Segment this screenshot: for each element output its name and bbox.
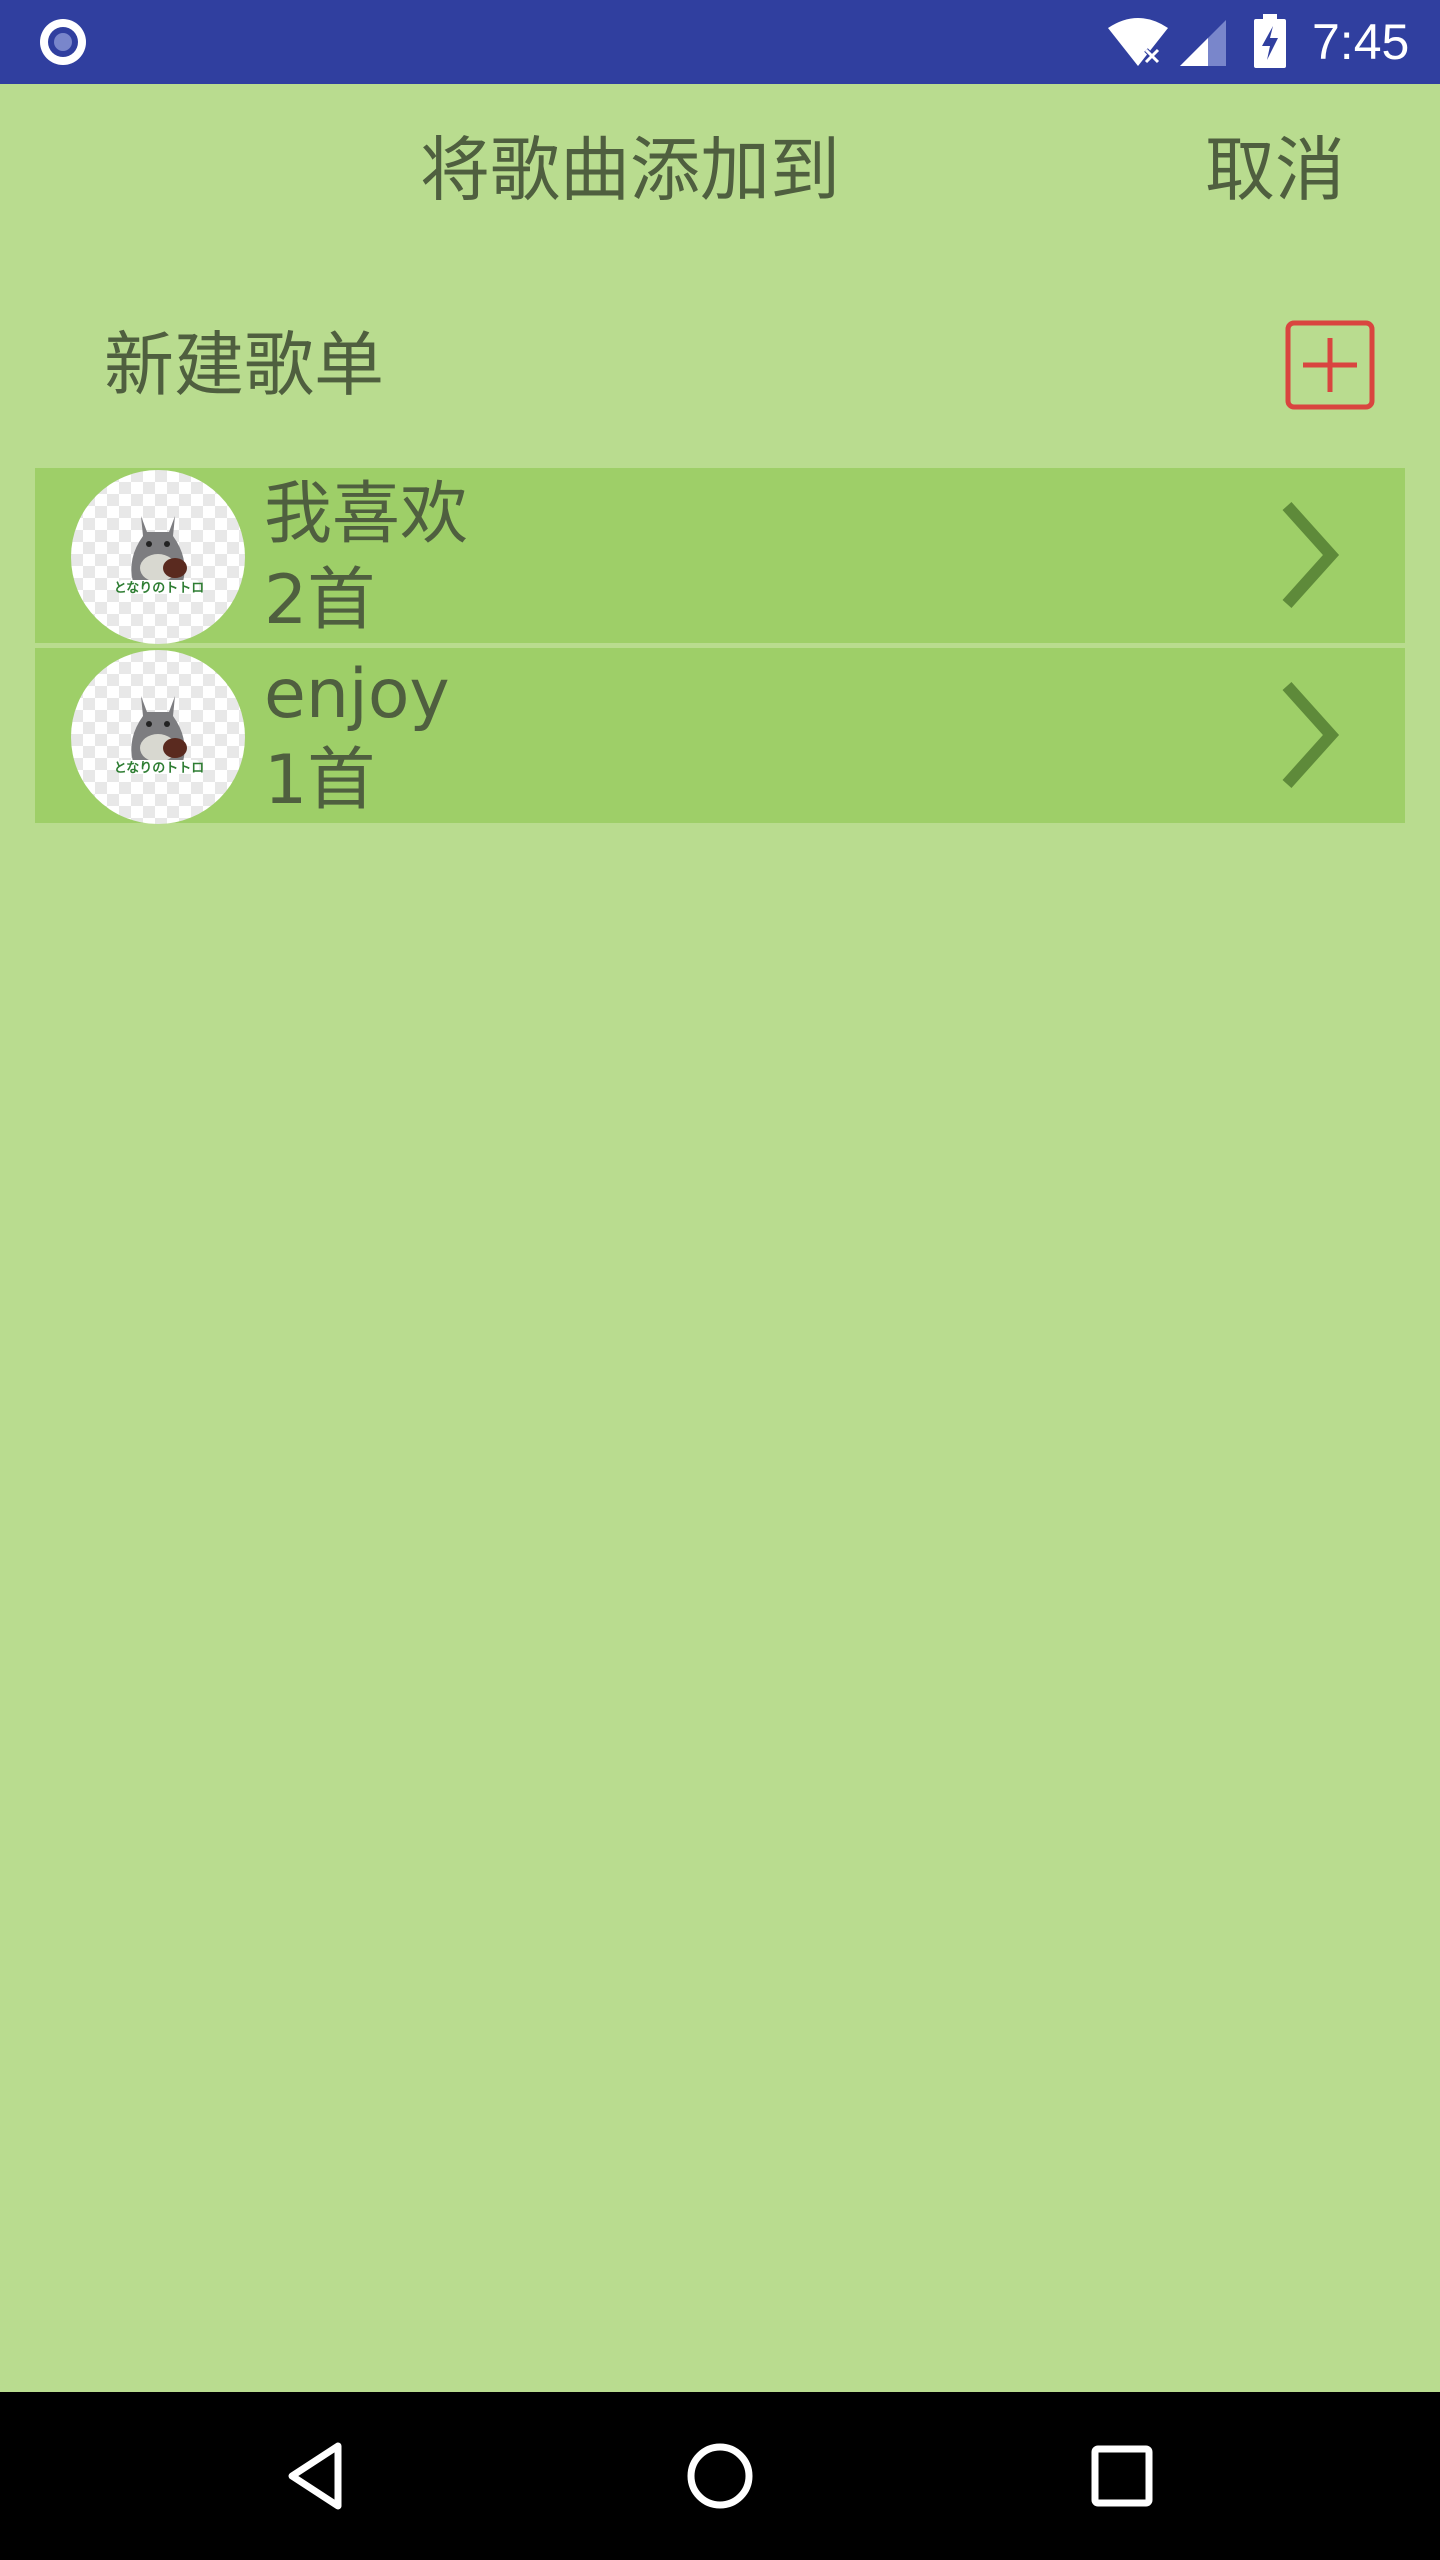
playlist-list: となりのトトロ 我喜欢 2首 となりのトトロ enjoy 1首 (35, 468, 1405, 824)
svg-text:となりのトトロ: となりのトトロ (114, 761, 205, 776)
svg-text:となりのトトロ: となりのトトロ (114, 581, 205, 596)
recents-icon[interactable] (1086, 2440, 1158, 2512)
playlist-name: enjoy (264, 655, 450, 734)
playlist-song-count: 1首 (264, 741, 376, 820)
wifi-icon (1108, 18, 1168, 66)
status-bar: 7:45 (0, 0, 1440, 84)
home-icon[interactable] (684, 2440, 756, 2512)
chevron-right-icon (1282, 501, 1340, 609)
back-icon[interactable] (282, 2440, 354, 2512)
cell-signal-icon (1180, 20, 1226, 66)
playlist-song-count: 2首 (264, 561, 376, 640)
playlist-item[interactable]: となりのトトロ enjoy 1首 (35, 648, 1405, 824)
new-playlist-label: 新建歌单 (104, 324, 384, 406)
playlist-name: 我喜欢 (264, 475, 469, 554)
navigation-bar (0, 2392, 1440, 2560)
battery-charging-icon (1254, 14, 1286, 68)
totoro-cover-image: となりのトトロ (71, 470, 245, 644)
totoro-cover-image: となりのトトロ (71, 650, 245, 824)
page-title: 将歌曲添加到 (420, 129, 840, 211)
cancel-button[interactable]: 取消 (1180, 120, 1370, 220)
chevron-right-icon (1282, 681, 1340, 789)
add-square-icon[interactable] (1285, 320, 1375, 410)
playlist-item[interactable]: となりのトトロ 我喜欢 2首 (35, 468, 1405, 644)
new-playlist-row[interactable]: 新建歌单 (0, 300, 1440, 430)
app-notification-icon (40, 19, 86, 65)
add-to-playlist-screen: 7:45 将歌曲添加到 取消 新建歌单 となりのトトロ 我喜欢 2首 となりのト… (0, 0, 1440, 2560)
status-time: 7:45 (1312, 14, 1410, 70)
